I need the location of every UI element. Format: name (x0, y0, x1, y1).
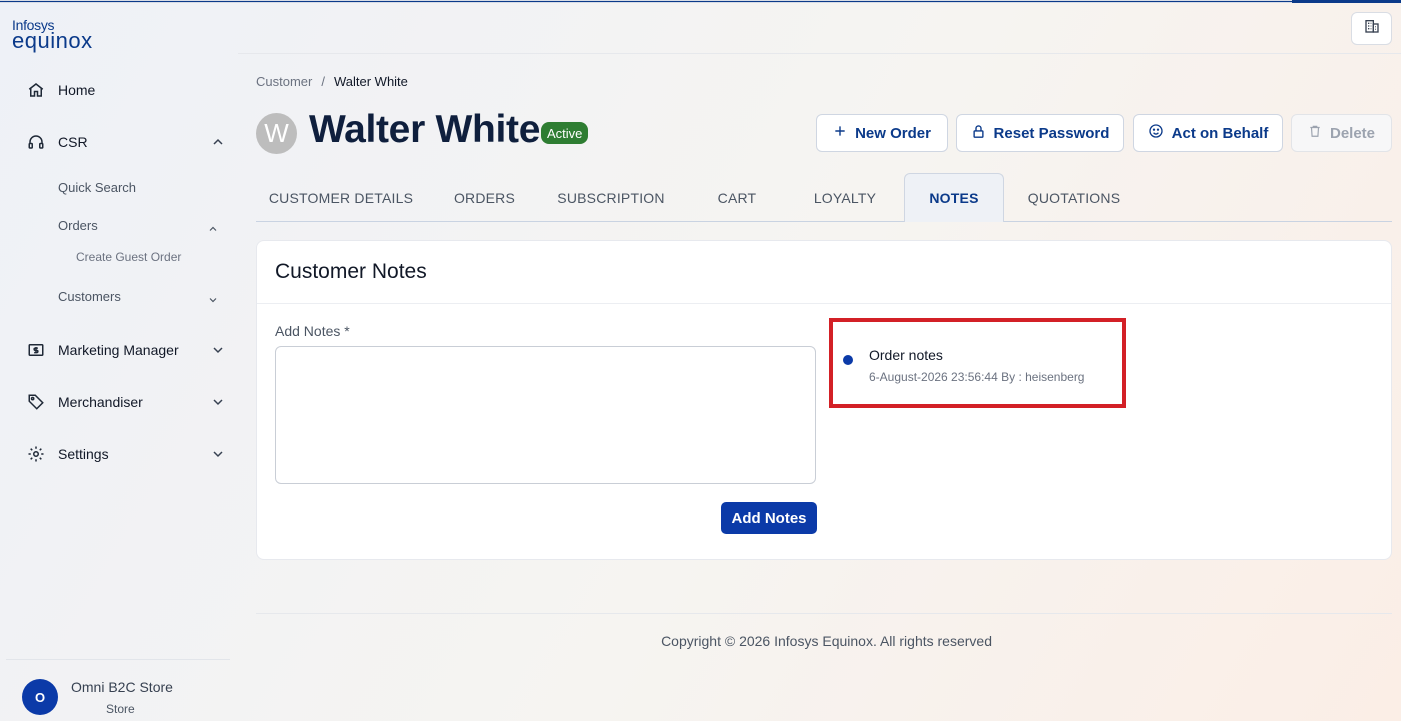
home-icon (26, 80, 46, 100)
dollar-bill-icon (26, 340, 46, 360)
trash-icon (1308, 124, 1322, 142)
building-switcher-button[interactable] (1351, 12, 1392, 45)
tab-loyalty[interactable]: LOYALTY (804, 173, 886, 222)
chevron-down-icon[interactable] (210, 394, 226, 410)
customer-tabs: CUSTOMER DETAILS ORDERS SUBSCRIPTION CAR… (256, 173, 1392, 222)
store-switcher[interactable]: O Omni B2C Store Store (22, 679, 173, 716)
sidebar-subitem-create-guest-order[interactable]: Create Guest Order (76, 250, 181, 264)
gear-icon (26, 444, 46, 464)
breadcrumb: Customer / Walter White (256, 74, 408, 89)
page-title: Walter White (309, 108, 541, 151)
delete-button[interactable]: Delete (1291, 114, 1392, 152)
headset-icon (26, 132, 46, 152)
chevron-down-icon[interactable] (210, 446, 226, 462)
store-role: Store (106, 702, 135, 716)
sidebar-item-settings[interactable]: Settings (26, 440, 226, 468)
status-badge: Active (541, 122, 589, 144)
sidebar-item-label: Marketing Manager (58, 342, 179, 358)
sidebar-item-merchandiser[interactable]: Merchandiser (26, 388, 226, 416)
smiley-icon (1148, 123, 1164, 143)
tag-icon (26, 392, 46, 412)
sidebar: Infosys equinox Home CSR Quick Search Or… (0, 3, 238, 721)
top-accent-line (0, 1, 1401, 2)
breadcrumb-separator: / (321, 74, 325, 89)
add-notes-textarea[interactable] (275, 346, 816, 484)
add-notes-label: Add Notes * (275, 323, 350, 339)
tab-customer-details[interactable]: CUSTOMER DETAILS (256, 173, 426, 222)
reset-password-label: Reset Password (993, 124, 1110, 142)
delete-label: Delete (1329, 124, 1376, 142)
breadcrumb-current: Walter White (333, 74, 408, 89)
card-title: Customer Notes (275, 260, 427, 283)
sidebar-item-home[interactable]: Home (26, 76, 226, 104)
footer-divider (256, 613, 1392, 614)
logo-equinox-text: equinox (12, 28, 93, 53)
tab-quotations[interactable]: QUOTATIONS (1018, 173, 1130, 222)
note-meta: 6-August-2026 23:56:44 By : heisenberg (869, 370, 1085, 384)
act-on-behalf-label: Act on Behalf (1171, 124, 1269, 142)
tab-orders[interactable]: ORDERS (442, 173, 527, 222)
plus-icon (833, 124, 847, 142)
sidebar-item-marketing-manager[interactable]: Marketing Manager (26, 336, 226, 364)
add-notes-button[interactable]: Add Notes (721, 502, 817, 534)
customer-avatar: W (256, 113, 297, 154)
tab-notes[interactable]: NOTES (904, 173, 1004, 222)
tab-cart[interactable]: CART (702, 173, 772, 222)
tab-subscription[interactable]: SUBSCRIPTION (548, 173, 674, 222)
note-bullet-dot (843, 355, 853, 365)
sidebar-item-label: Home (58, 82, 96, 98)
reset-password-button[interactable]: Reset Password (956, 114, 1124, 152)
store-avatar: O (22, 679, 58, 715)
new-order-button[interactable]: New Order (816, 114, 948, 152)
customer-notes-card: Customer Notes Add Notes * Add Notes Ord… (256, 240, 1392, 560)
store-name: Omni B2C Store (71, 679, 173, 695)
sidebar-divider (6, 659, 230, 660)
note-title: Order notes (869, 347, 943, 363)
sidebar-item-label: CSR (58, 134, 88, 150)
chevron-down-icon[interactable] (210, 342, 226, 358)
lock-icon (971, 124, 986, 143)
sidebar-item-label: Merchandiser (58, 394, 143, 410)
sidebar-subitem-quick-search[interactable]: Quick Search (58, 180, 136, 195)
sidebar-item-csr[interactable]: CSR (26, 128, 226, 156)
act-on-behalf-button[interactable]: Act on Behalf (1133, 114, 1283, 152)
chevron-up-icon[interactable] (207, 222, 219, 234)
sidebar-item-label: Settings (58, 446, 109, 462)
footer-copyright: Copyright © 2026 Infosys Equinox. All ri… (661, 633, 992, 649)
highlight-box (829, 318, 1126, 408)
chevron-down-icon[interactable] (207, 293, 219, 305)
sidebar-subitem-orders[interactable]: Orders (58, 218, 98, 233)
header-divider (238, 53, 1401, 54)
sidebar-subitem-customers[interactable]: Customers (58, 289, 121, 304)
top-accent-segment (1292, 0, 1401, 3)
infosys-equinox-logo[interactable]: Infosys equinox (12, 18, 93, 52)
card-divider (257, 303, 1391, 304)
new-order-label: New Order (855, 124, 931, 142)
breadcrumb-parent[interactable]: Customer (256, 74, 312, 89)
building-icon (1364, 18, 1380, 39)
chevron-up-icon[interactable] (210, 134, 226, 150)
